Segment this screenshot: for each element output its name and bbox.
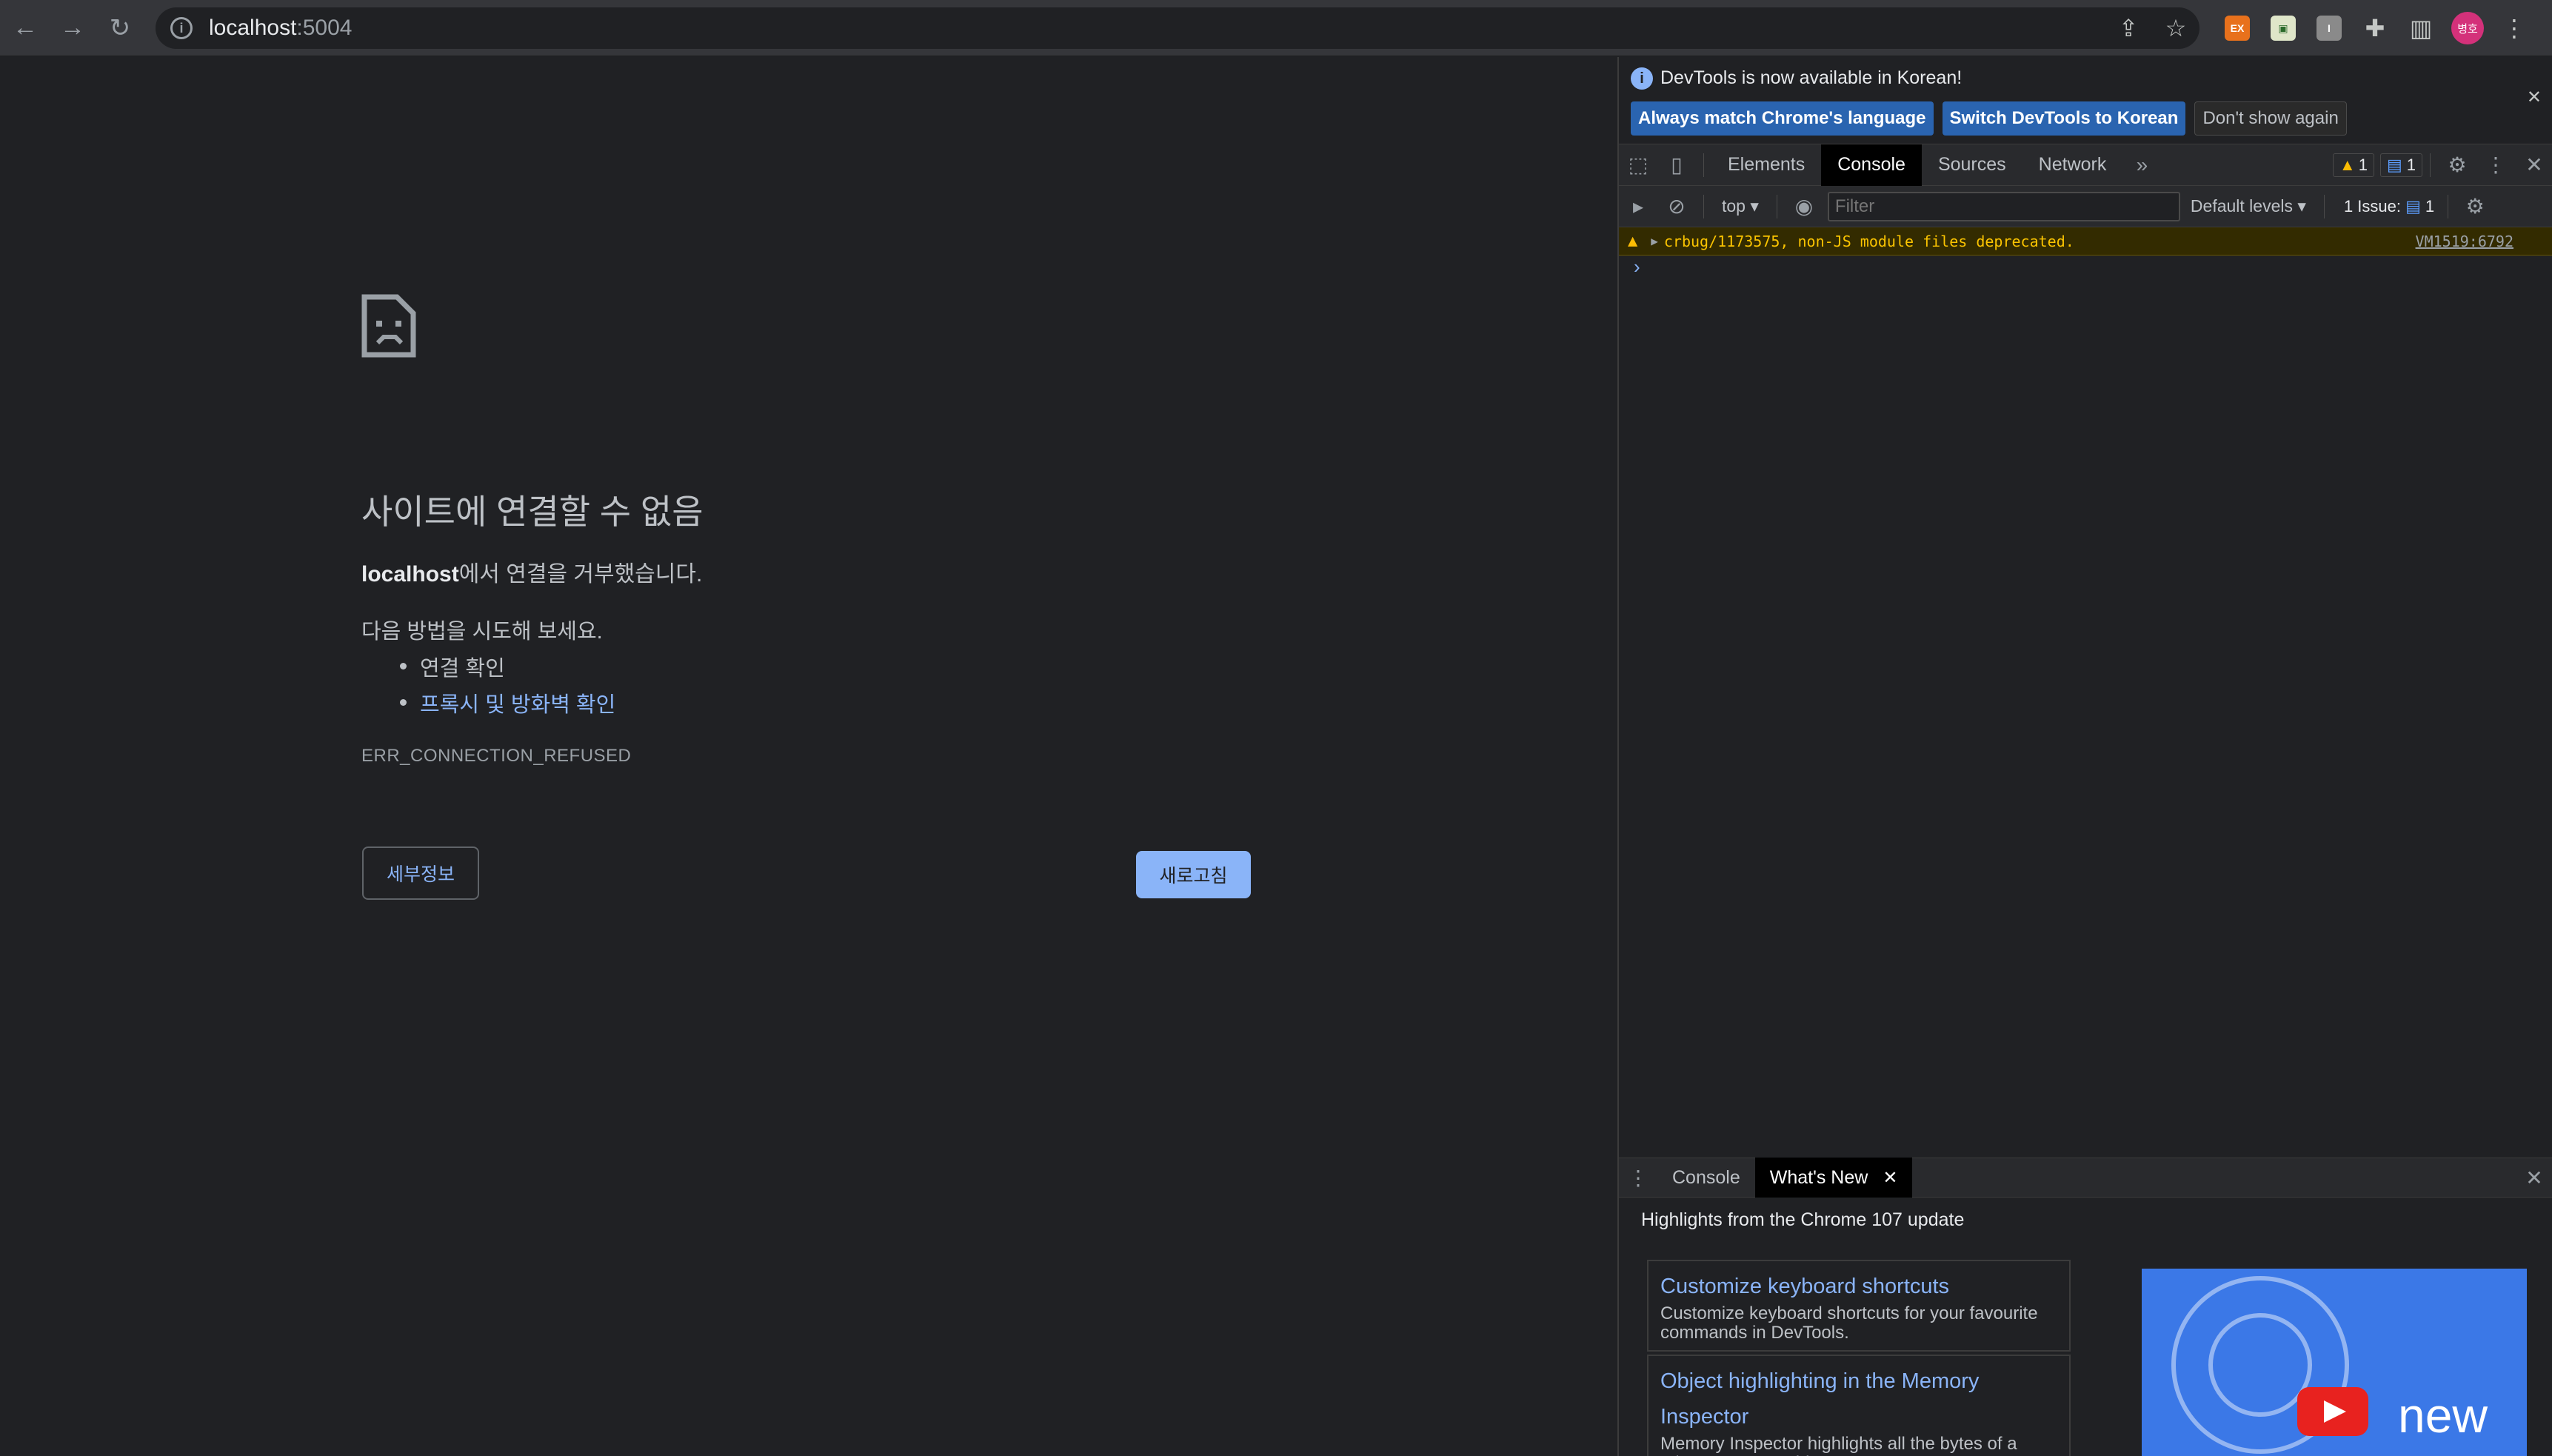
warning-icon: ▲ [2339, 155, 2356, 174]
drawer-menu-icon[interactable]: ⋮ [1619, 1166, 1657, 1190]
context-value: top [1722, 196, 1746, 216]
details-button[interactable]: 세부정보 [362, 846, 479, 900]
devtools-tabbar: ⬚ ▯ Elements Console Sources Network » ▲… [1619, 144, 2552, 186]
sidebar-toggle-icon[interactable]: ▸ [1619, 194, 1657, 218]
decor-ring [2208, 1313, 2312, 1417]
browser-toolbar: ← → ↻ i localhost:5004 ⇪ ☆ EX ▣ I ✚ ▥ 병호… [0, 0, 2552, 56]
suggestion-check-proxy-link[interactable]: 프록시 및 방화벽 확인 [400, 684, 615, 721]
menu-kebab-icon[interactable]: ⋮ [2502, 14, 2527, 42]
console-settings-gear-icon[interactable]: ⚙ [2456, 194, 2494, 218]
card-title-link[interactable]: Object highlighting in the Memory Inspec… [1660, 1363, 2057, 1435]
url-port: :5004 [296, 16, 353, 40]
card-description: Memory Inspector highlights all the byte… [1660, 1434, 2017, 1456]
error-description: localhost에서 연결을 거부했습니다. [361, 555, 702, 588]
divider [2430, 153, 2431, 177]
bookmark-star-icon[interactable]: ☆ [2152, 14, 2199, 42]
side-panel-icon[interactable]: ▥ [2408, 14, 2434, 42]
console-prompt-icon[interactable]: › [1634, 256, 1640, 278]
filter-input[interactable] [1827, 191, 2180, 221]
youtube-play-icon[interactable] [2297, 1387, 2368, 1436]
clear-console-icon[interactable]: ⊘ [1657, 194, 1696, 218]
issues-label: 1 Issue: [2343, 196, 2401, 216]
address-bar[interactable]: i localhost:5004 ⇪ ☆ [156, 7, 2199, 49]
profile-avatar[interactable]: 병호 [2451, 12, 2484, 44]
reload-button[interactable]: 새로고침 [1136, 851, 1251, 898]
device-toolbar-icon[interactable]: ▯ [1657, 153, 1696, 177]
warning-triangle-icon: ▲ [1628, 232, 1638, 250]
close-devtools-icon[interactable]: ✕ [2515, 153, 2552, 177]
whats-new-label: What's New [1769, 1166, 1868, 1188]
whats-new-video-thumbnail[interactable]: new [2142, 1269, 2527, 1456]
divider [1703, 194, 1704, 218]
log-levels-select[interactable]: Default levels ▾ [2180, 196, 2316, 216]
close-banner-icon[interactable]: ✕ [2527, 87, 2542, 108]
drawer-tabbar: ⋮ Console What's New ✕ ✕ [1619, 1158, 2552, 1198]
divider [2323, 194, 2325, 218]
match-language-button[interactable]: Always match Chrome's language [1631, 101, 1934, 136]
url-text: localhost:5004 [209, 16, 352, 41]
reload-icon[interactable]: ↻ [98, 6, 142, 50]
card-keyboard-shortcuts: Customize keyboard shortcuts Customize k… [1647, 1260, 2071, 1352]
banner-message: DevTools is now available in Korean! [1660, 67, 1963, 88]
more-tabs-icon[interactable]: » [2122, 153, 2161, 177]
language-banner: i DevTools is now available in Korean! ✕… [1619, 57, 2552, 144]
close-tab-icon[interactable]: ✕ [1883, 1167, 1897, 1189]
extension-green-icon[interactable]: ▣ [2271, 16, 2296, 41]
warning-count: 1 [2358, 155, 2368, 174]
forward-icon[interactable]: → [50, 6, 95, 50]
extension-ex-icon[interactable]: EX [2225, 16, 2250, 41]
tab-elements[interactable]: Elements [1711, 144, 1821, 186]
error-host: localhost [361, 562, 459, 587]
extensions-puzzle-icon[interactable]: ✚ [2362, 14, 2388, 42]
console-message: crbug/1173575, non-JS module files depre… [1663, 232, 2074, 250]
site-info-icon[interactable]: i [170, 17, 193, 39]
issues-count: 1 [2425, 196, 2435, 216]
card-description: Customize keyboard shortcuts for your fa… [1660, 1303, 2038, 1343]
live-expression-eye-icon[interactable]: ◉ [1785, 194, 1823, 218]
settings-gear-icon[interactable]: ⚙ [2438, 153, 2476, 177]
error-desc-text: 에서 연결을 거부했습니다. [458, 562, 703, 587]
drawer-tab-whats-new[interactable]: What's New ✕ [1754, 1158, 1913, 1198]
switch-korean-button[interactable]: Switch DevTools to Korean [1942, 101, 2186, 136]
console-filterbar: ▸ ⊘ top ▾ ◉ Default levels ▾ 1 Issue: ▤1… [1619, 186, 2552, 227]
issues-badge[interactable]: 1 Issue: ▤ 1 [2338, 195, 2440, 218]
tab-sources[interactable]: Sources [1922, 144, 2022, 186]
expand-triangle-icon[interactable]: ▶ [1651, 234, 1658, 248]
error-page: 사이트에 연결할 수 없음 localhost에서 연결을 거부했습니다. 다음… [0, 57, 1617, 1456]
error-code: ERR_CONNECTION_REFUSED [361, 746, 632, 766]
info-icon: i [1631, 67, 1653, 90]
issue-icon: ▤ [2405, 196, 2421, 216]
messages-badge[interactable]: ▤ 1 [2379, 153, 2422, 177]
dont-show-again-button[interactable]: Don't show again [2194, 101, 2347, 136]
error-title: 사이트에 연결할 수 없음 [361, 492, 704, 531]
url-host: localhost [209, 16, 297, 40]
suggestions-label: 다음 방법을 시도해 보세요. [361, 620, 603, 644]
extension-gray-icon[interactable]: I [2316, 16, 2342, 41]
suggestions-list: 연결 확인 프록시 및 방화벽 확인 [400, 648, 615, 721]
tab-network[interactable]: Network [2022, 144, 2123, 186]
warnings-badge[interactable]: ▲ 1 [2332, 153, 2374, 177]
divider [1703, 153, 1704, 177]
card-title-link[interactable]: Customize keyboard shortcuts [1660, 1269, 2057, 1304]
whats-new-heading: Highlights from the Chrome 107 update [1641, 1209, 1965, 1230]
message-icon: ▤ [2386, 155, 2402, 174]
message-count: 1 [2406, 155, 2416, 174]
devtools-menu-icon[interactable]: ⋮ [2476, 153, 2515, 177]
inspect-element-icon[interactable]: ⬚ [1619, 153, 1657, 177]
tab-console[interactable]: Console [1821, 144, 1922, 186]
back-icon[interactable]: ← [3, 6, 47, 50]
console-source-link[interactable]: VM1519:6792 [2416, 233, 2513, 250]
close-drawer-icon[interactable]: ✕ [2515, 1166, 2552, 1190]
levels-value: Default levels [2190, 196, 2293, 216]
suggestion-check-connection: 연결 확인 [400, 648, 615, 684]
card-memory-inspector: Object highlighting in the Memory Inspec… [1647, 1355, 2071, 1456]
drawer-tab-console[interactable]: Console [1657, 1158, 1755, 1198]
devtools-panel: i DevTools is now available in Korean! ✕… [1617, 57, 2552, 1456]
thumbnail-text: new [2398, 1388, 2488, 1443]
context-select[interactable]: top ▾ [1711, 196, 1769, 216]
sad-document-icon [361, 294, 416, 358]
console-warning-row[interactable]: ▲ ▶ crbug/1173575, non-JS module files d… [1619, 227, 2552, 256]
share-icon[interactable]: ⇪ [2105, 14, 2152, 42]
